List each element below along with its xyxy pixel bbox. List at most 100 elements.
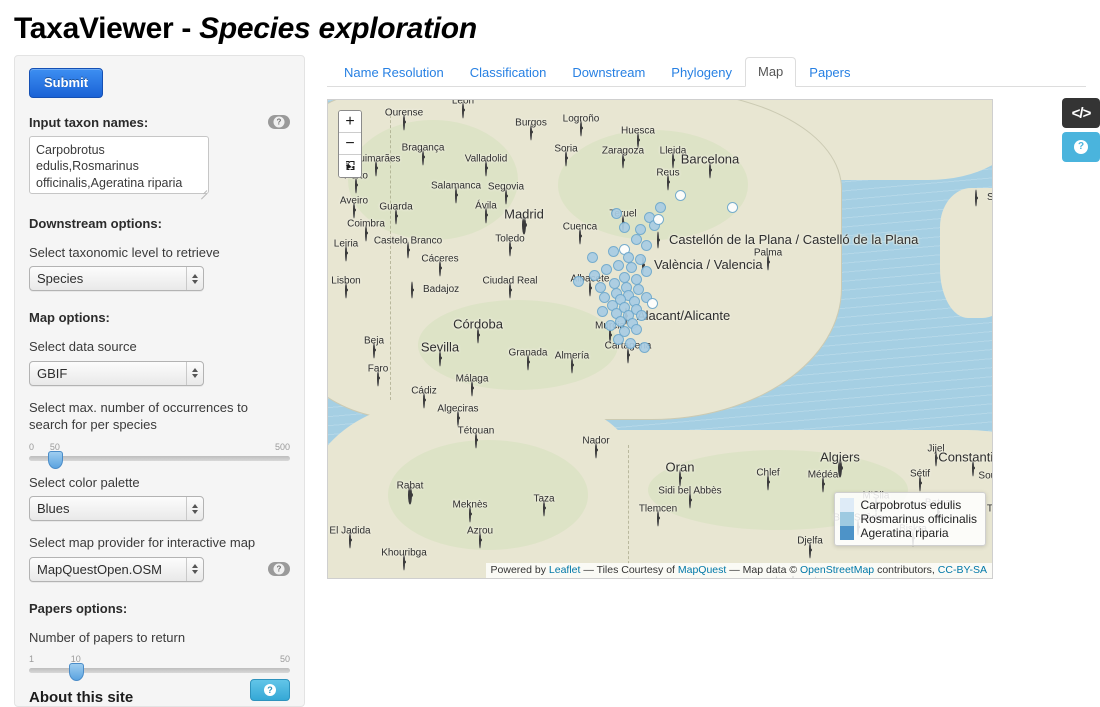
occurrence-marker[interactable] xyxy=(631,234,642,245)
map-city: Aveiro xyxy=(353,202,355,217)
map-city: Khouribga xyxy=(403,554,405,569)
taxon-names-input[interactable] xyxy=(29,136,209,194)
legend-item: Carpobrotus edulis xyxy=(840,498,978,512)
map-city: Jijel xyxy=(935,450,937,465)
map-city: Ciudad Real xyxy=(509,282,511,297)
map-city: El Jadida xyxy=(349,532,351,547)
legend-label: Ageratina riparia xyxy=(861,526,949,540)
city-label: Lisbon xyxy=(331,275,360,286)
legend-label: Rosmarinus officinalis xyxy=(861,512,978,526)
color-palette-select[interactable]: Blues xyxy=(29,496,204,521)
city-label: Valladolid xyxy=(465,153,508,164)
openstreetmap-link[interactable]: OpenStreetMap xyxy=(800,564,874,576)
tab-name-resolution[interactable]: Name Resolution xyxy=(331,58,457,87)
help-icon-floating[interactable] xyxy=(1062,132,1100,162)
occurrence-marker[interactable] xyxy=(631,324,642,335)
papers-slider[interactable]: 1 10 50 xyxy=(29,654,290,673)
map-city: Segovia xyxy=(505,188,507,203)
map-city: Sass xyxy=(975,190,977,205)
map-provider-select[interactable]: MapQuestOpen.OSM xyxy=(29,557,204,582)
occurrence-marker[interactable] xyxy=(655,202,666,213)
occurrence-marker[interactable] xyxy=(573,276,584,287)
city-label: Ciudad Real xyxy=(482,275,537,286)
occurrence-marker[interactable] xyxy=(597,306,608,317)
city-label: Barcelona xyxy=(681,151,740,166)
city-label: Castellón de la Plana / Castelló de la P… xyxy=(669,232,918,247)
occurrence-marker[interactable] xyxy=(613,334,624,345)
occurrences-slider-handle[interactable] xyxy=(48,451,63,469)
occurrences-slider-track[interactable] xyxy=(29,456,290,461)
fullscreen-icon[interactable] xyxy=(339,155,361,177)
occurrence-marker[interactable] xyxy=(587,252,598,263)
city-label: El Jadida xyxy=(329,525,370,536)
occurrence-marker[interactable] xyxy=(605,320,616,331)
city-label: Tlemcen xyxy=(639,503,677,514)
license-link[interactable]: CC-BY-SA xyxy=(938,564,987,576)
occurrence-marker[interactable] xyxy=(626,262,637,273)
zoom-in-button[interactable]: + xyxy=(339,111,361,133)
occurrence-marker[interactable] xyxy=(727,202,738,213)
occurrence-marker[interactable] xyxy=(613,260,624,271)
map-city: Guarda xyxy=(395,208,397,223)
map-city: Salamanca xyxy=(455,187,457,202)
city-label: Sevilla xyxy=(421,339,459,354)
occurrence-map[interactable]: OurenseLeónBurgosLogroñoHuescaBragançaSo… xyxy=(327,99,993,579)
occurrence-marker[interactable] xyxy=(639,342,650,353)
about-row: About this site xyxy=(29,673,290,706)
tab-classification[interactable]: Classification xyxy=(457,58,560,87)
city-label: Toledo xyxy=(495,233,524,244)
tab-downstream[interactable]: Downstream xyxy=(559,58,658,87)
occurrence-marker[interactable] xyxy=(675,190,686,201)
map-city: Reus xyxy=(667,174,669,189)
map-city: Sevilla xyxy=(439,350,441,365)
occurrence-marker[interactable] xyxy=(641,240,652,251)
occurrences-slider-ticks: 0 50 500 xyxy=(29,442,290,454)
city-label: Rabat xyxy=(397,480,424,491)
taxonomic-level-select[interactable]: Species xyxy=(29,266,204,291)
occurrence-marker[interactable] xyxy=(589,270,600,281)
tab-papers[interactable]: Papers xyxy=(796,58,863,87)
city-label: Aveiro xyxy=(340,195,368,206)
occurrences-slider[interactable]: 0 50 500 xyxy=(29,442,290,461)
legend-label: Carpobrotus edulis xyxy=(861,498,962,512)
papers-slider-track[interactable] xyxy=(29,668,290,673)
map-city: Guimarães xyxy=(375,160,377,175)
tab-phylogeny[interactable]: Phylogeny xyxy=(658,58,745,87)
occurrence-marker[interactable] xyxy=(635,254,646,265)
occurrence-marker[interactable] xyxy=(653,214,664,225)
map-city: Granada xyxy=(527,354,529,369)
occurrence-marker[interactable] xyxy=(636,310,647,321)
help-icon-map-provider[interactable] xyxy=(268,562,290,576)
leaflet-link[interactable]: Leaflet xyxy=(549,564,581,576)
city-label: Badajoz xyxy=(423,284,459,295)
occurrence-marker[interactable] xyxy=(625,338,636,349)
mapquest-link[interactable]: MapQuest xyxy=(678,564,726,576)
map-city: Tlemcen xyxy=(657,510,659,525)
data-source-select[interactable]: GBIF xyxy=(29,361,204,386)
city-dot-icon xyxy=(411,281,413,298)
about-help-button[interactable] xyxy=(250,679,290,701)
occurrence-marker[interactable] xyxy=(611,208,622,219)
city-label: Logroño xyxy=(563,113,600,124)
map-city: Zaragoza xyxy=(622,152,624,167)
map-provider-value: MapQuestOpen.OSM xyxy=(37,562,186,577)
occurrence-marker[interactable] xyxy=(601,264,612,275)
city-label: Alacant/Alicante xyxy=(637,308,730,323)
occurrence-marker[interactable] xyxy=(608,246,619,257)
code-icon[interactable]: </> xyxy=(1062,98,1100,128)
occurrence-marker[interactable] xyxy=(641,266,652,277)
city-label: Chlef xyxy=(756,467,779,478)
occurrence-marker[interactable] xyxy=(647,298,658,309)
map-zoom-controls[interactable]: + − xyxy=(338,110,362,178)
zoom-out-button[interactable]: − xyxy=(339,133,361,155)
map-city: Porto xyxy=(355,177,357,192)
city-label: Souk Ahras xyxy=(978,470,993,481)
map-city: Médéa xyxy=(822,476,824,491)
help-icon-taxon[interactable] xyxy=(268,115,290,129)
tab-map[interactable]: Map xyxy=(745,57,796,87)
submit-button[interactable]: Submit xyxy=(29,68,103,98)
occurrence-marker[interactable] xyxy=(619,222,630,233)
papers-number-label: Number of papers to return xyxy=(29,629,290,647)
city-label: Djelfa xyxy=(797,535,823,546)
city-label: Ávila xyxy=(475,200,497,211)
